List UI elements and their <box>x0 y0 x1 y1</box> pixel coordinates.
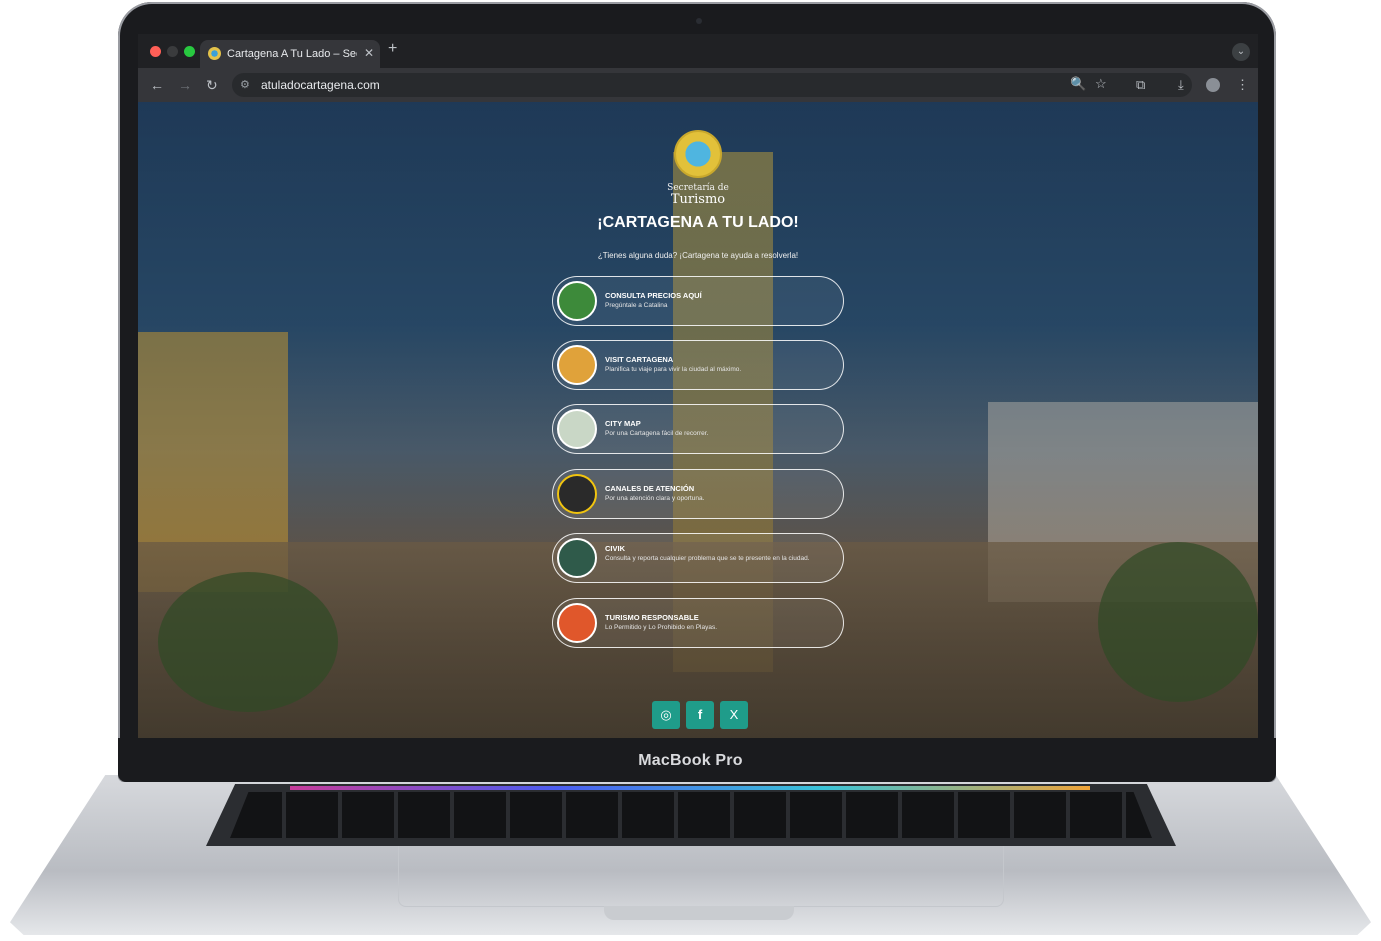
card-title: CIVIK <box>605 544 626 553</box>
card-consulta-precios[interactable]: CONSULTA PRECIOS AQUÍ Pregúntale a Catal… <box>552 276 844 326</box>
address-bar[interactable]: ⚙ atuladocartagena.com 🔍 ☆ <box>232 73 1192 97</box>
x-icon[interactable]: X <box>720 701 748 729</box>
card-title: CANALES DE ATENCIÓN <box>605 484 695 493</box>
camera-icon <box>696 18 702 24</box>
card-title: VISIT CARTAGENA <box>605 355 674 364</box>
card-title: CITY MAP <box>605 419 641 428</box>
card-subtitle: Planifica tu viaje para vivir la ciudad … <box>605 366 742 373</box>
card-subtitle: Consulta y reporta cualquier problema qu… <box>605 555 810 562</box>
page-subtitle: ¿Tienes alguna duda? ¡Cartagena te ayuda… <box>597 251 799 260</box>
back-icon[interactable]: ← <box>150 77 164 93</box>
card-title: TURISMO RESPONSABLE <box>605 613 699 622</box>
bookmark-star-icon[interactable]: ☆ <box>1095 76 1107 92</box>
turismo-responsable-icon <box>557 603 597 643</box>
card-turismo-responsable[interactable]: TURISMO RESPONSABLE Lo Permitido y Lo Pr… <box>552 598 844 648</box>
screen: Cartagena A Tu Lado – Secre ✕ + ⌄ ← → ↻ … <box>138 34 1258 738</box>
facebook-icon[interactable]: f <box>686 701 714 729</box>
browser-tab[interactable]: Cartagena A Tu Lado – Secre ✕ <box>200 40 380 68</box>
keyboard-keys <box>230 792 1152 838</box>
download-icon[interactable]: ⤓ <box>1178 77 1184 93</box>
background-tree <box>158 572 338 712</box>
card-civik[interactable]: CIVIK Consulta y reporta cualquier probl… <box>552 533 844 583</box>
tab-title: Cartagena A Tu Lado – Secre <box>227 48 357 60</box>
url-text[interactable]: atuladocartagena.com <box>261 78 380 92</box>
browser-toolbar: ← → ↻ ⚙ atuladocartagena.com 🔍 ☆ ⧉ ⤓ ⋮ <box>138 68 1258 102</box>
lid-notch <box>604 906 794 920</box>
tab-search-icon[interactable]: ⌄ <box>1232 43 1250 61</box>
browser-tab-bar: Cartagena A Tu Lado – Secre ✕ + ⌄ <box>138 34 1258 68</box>
card-subtitle: Pregúntale a Catalina <box>605 302 668 309</box>
trackpad <box>398 846 1004 907</box>
maximize-window-icon[interactable] <box>184 46 195 57</box>
card-title: CONSULTA PRECIOS AQUÍ <box>605 291 702 300</box>
card-visit-cartagena[interactable]: VISIT CARTAGENA Planifica tu viaje para … <box>552 340 844 390</box>
touch-bar <box>290 786 1090 790</box>
new-tab-icon[interactable]: + <box>388 40 397 58</box>
city-map-icon <box>557 409 597 449</box>
civik-icon <box>557 538 597 578</box>
card-city-map[interactable]: CITY MAP Por una Cartagena fácil de reco… <box>552 404 844 454</box>
favicon-icon <box>208 47 221 60</box>
browser-menu-icon[interactable]: ⋮ <box>1236 77 1249 93</box>
close-window-icon[interactable] <box>150 46 161 57</box>
laptop-brand-label: MacBook Pro <box>638 752 743 769</box>
logo-text-line2: Turismo <box>670 192 726 207</box>
zoom-icon[interactable]: 🔍 <box>1070 76 1086 92</box>
catalina-avatar-icon <box>557 281 597 321</box>
card-canales-atencion[interactable]: CANALES DE ATENCIÓN Por una atención cla… <box>552 469 844 519</box>
page-title: ¡CARTAGENA A TU LADO! <box>597 214 799 231</box>
visit-cartagena-avatar-icon <box>557 345 597 385</box>
web-page: Secretaría de Turismo ¡CARTAGENA A TU LA… <box>138 102 1258 738</box>
card-subtitle: Por una Cartagena fácil de recorrer. <box>605 430 709 437</box>
minimize-window-icon[interactable] <box>167 46 178 57</box>
social-links: ◎ f X <box>652 701 748 731</box>
extensions-icon[interactable]: ⧉ <box>1136 77 1145 93</box>
secretaria-turismo-logo <box>674 130 722 178</box>
reload-icon[interactable]: ↻ <box>206 77 218 94</box>
buena-esa-cartagena-icon <box>557 474 597 514</box>
instagram-icon[interactable]: ◎ <box>652 701 680 729</box>
profile-avatar[interactable] <box>1206 78 1220 92</box>
site-info-icon[interactable]: ⚙ <box>240 78 250 91</box>
close-tab-icon[interactable]: ✕ <box>364 46 374 60</box>
background-tree <box>1098 542 1258 702</box>
forward-icon[interactable]: → <box>178 77 192 93</box>
card-subtitle: Lo Permitido y Lo Prohibido en Playas. <box>605 624 718 631</box>
card-subtitle: Por una atención clara y oportuna. <box>605 495 705 502</box>
